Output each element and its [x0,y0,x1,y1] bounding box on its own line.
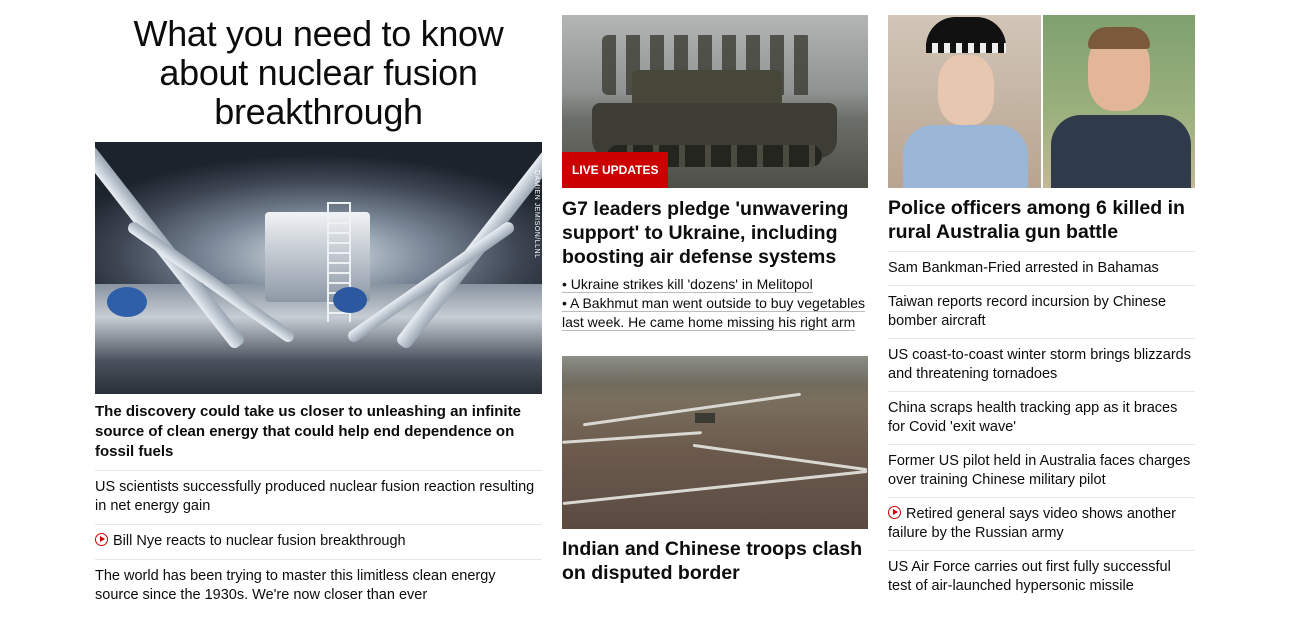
officer-photo-right [1043,15,1195,188]
link-text: Retired general says video shows another… [888,506,1177,541]
border-terrain-image[interactable] [562,356,868,529]
play-circle-icon [888,506,901,519]
cap-band [926,43,1006,53]
road [562,431,702,444]
vehicle [695,413,715,423]
blue-component [333,287,367,313]
police-headline[interactable]: Police officers among 6 killed in rural … [888,196,1195,244]
live-updates-badge[interactable]: LIVE UPDATES [562,152,669,188]
link-text: Taiwan reports record incursion by Chine… [888,294,1167,329]
headline-video-link[interactable]: Retired general says video shows another… [888,497,1195,550]
g7-headline[interactable]: G7 leaders pledge 'unwavering support' t… [562,197,868,269]
ukraine-bullets: • Ukraine strikes kill 'dozens' in Melit… [562,275,868,332]
bullet-link[interactable]: • A Bakhmut man went outside to buy vege… [562,295,865,331]
fusion-related-links: US scientists successfully produced nucl… [95,470,542,613]
terrain-haze [562,356,868,386]
photo-credit: DAMIEN JEMISON/LLNL [533,170,540,259]
ukraine-story-column: LIVE UPDATES G7 leaders pledge 'unwaveri… [562,0,868,585]
officer-photo-left [888,15,1041,188]
bullet-item: • A Bakhmut man went outside to buy vege… [562,294,868,332]
bullet-item: • Ukraine strikes kill 'dozens' in Melit… [562,275,868,294]
road [582,392,802,427]
headline-link[interactable]: Former US pilot held in Australia faces … [888,444,1195,497]
fusion-chamber-image[interactable]: DAMIEN JEMISON/LLNL [95,142,542,394]
police-officers-image[interactable] [888,15,1195,188]
play-circle-icon [95,533,108,546]
link-text: Sam Bankman-Fried arrested in Bahamas [888,260,1159,276]
link-text: China scraps health tracking app as it b… [888,400,1178,435]
face [938,55,994,125]
related-link[interactable]: US scientists successfully produced nucl… [95,470,542,524]
related-video-link[interactable]: Bill Nye reacts to nuclear fusion breakt… [95,524,542,559]
india-china-headline[interactable]: Indian and Chinese troops clash on dispu… [562,537,868,585]
link-text: US scientists successfully produced nucl… [95,479,535,514]
link-text: US Air Force carries out first fully suc… [888,559,1171,594]
link-text: The world has been trying to master this… [95,568,496,603]
related-link[interactable]: The world has been trying to master this… [95,559,542,613]
australia-story-column: Police officers among 6 killed in rural … [888,0,1195,603]
road [692,443,868,472]
fusion-story-column: What you need to know about nuclear fusi… [95,0,542,613]
headline-link[interactable]: US coast-to-coast winter storm brings bl… [888,338,1195,391]
uniform [1051,115,1191,188]
fusion-headline[interactable]: What you need to know about nuclear fusi… [95,14,542,131]
hair [1088,27,1150,49]
headline-link[interactable]: Sam Bankman-Fried arrested in Bahamas [888,251,1195,285]
tank-soldiers-image[interactable]: LIVE UPDATES [562,15,868,188]
bullet-link[interactable]: • Ukraine strikes kill 'dozens' in Melit… [562,276,813,293]
link-text: Bill Nye reacts to nuclear fusion breakt… [113,533,406,549]
link-text: US coast-to-coast winter storm brings bl… [888,347,1191,382]
headline-link[interactable]: Taiwan reports record incursion by Chine… [888,285,1195,338]
headline-link[interactable]: US Air Force carries out first fully suc… [888,550,1195,603]
link-text: Former US pilot held in Australia faces … [888,453,1191,488]
road [562,470,868,505]
blue-component [107,287,147,317]
uniform [903,125,1028,188]
more-headlines-list: Sam Bankman-Fried arrested in Bahamas Ta… [888,251,1195,603]
fusion-summary[interactable]: The discovery could take us closer to un… [95,402,542,462]
headline-link[interactable]: China scraps health tracking app as it b… [888,391,1195,444]
